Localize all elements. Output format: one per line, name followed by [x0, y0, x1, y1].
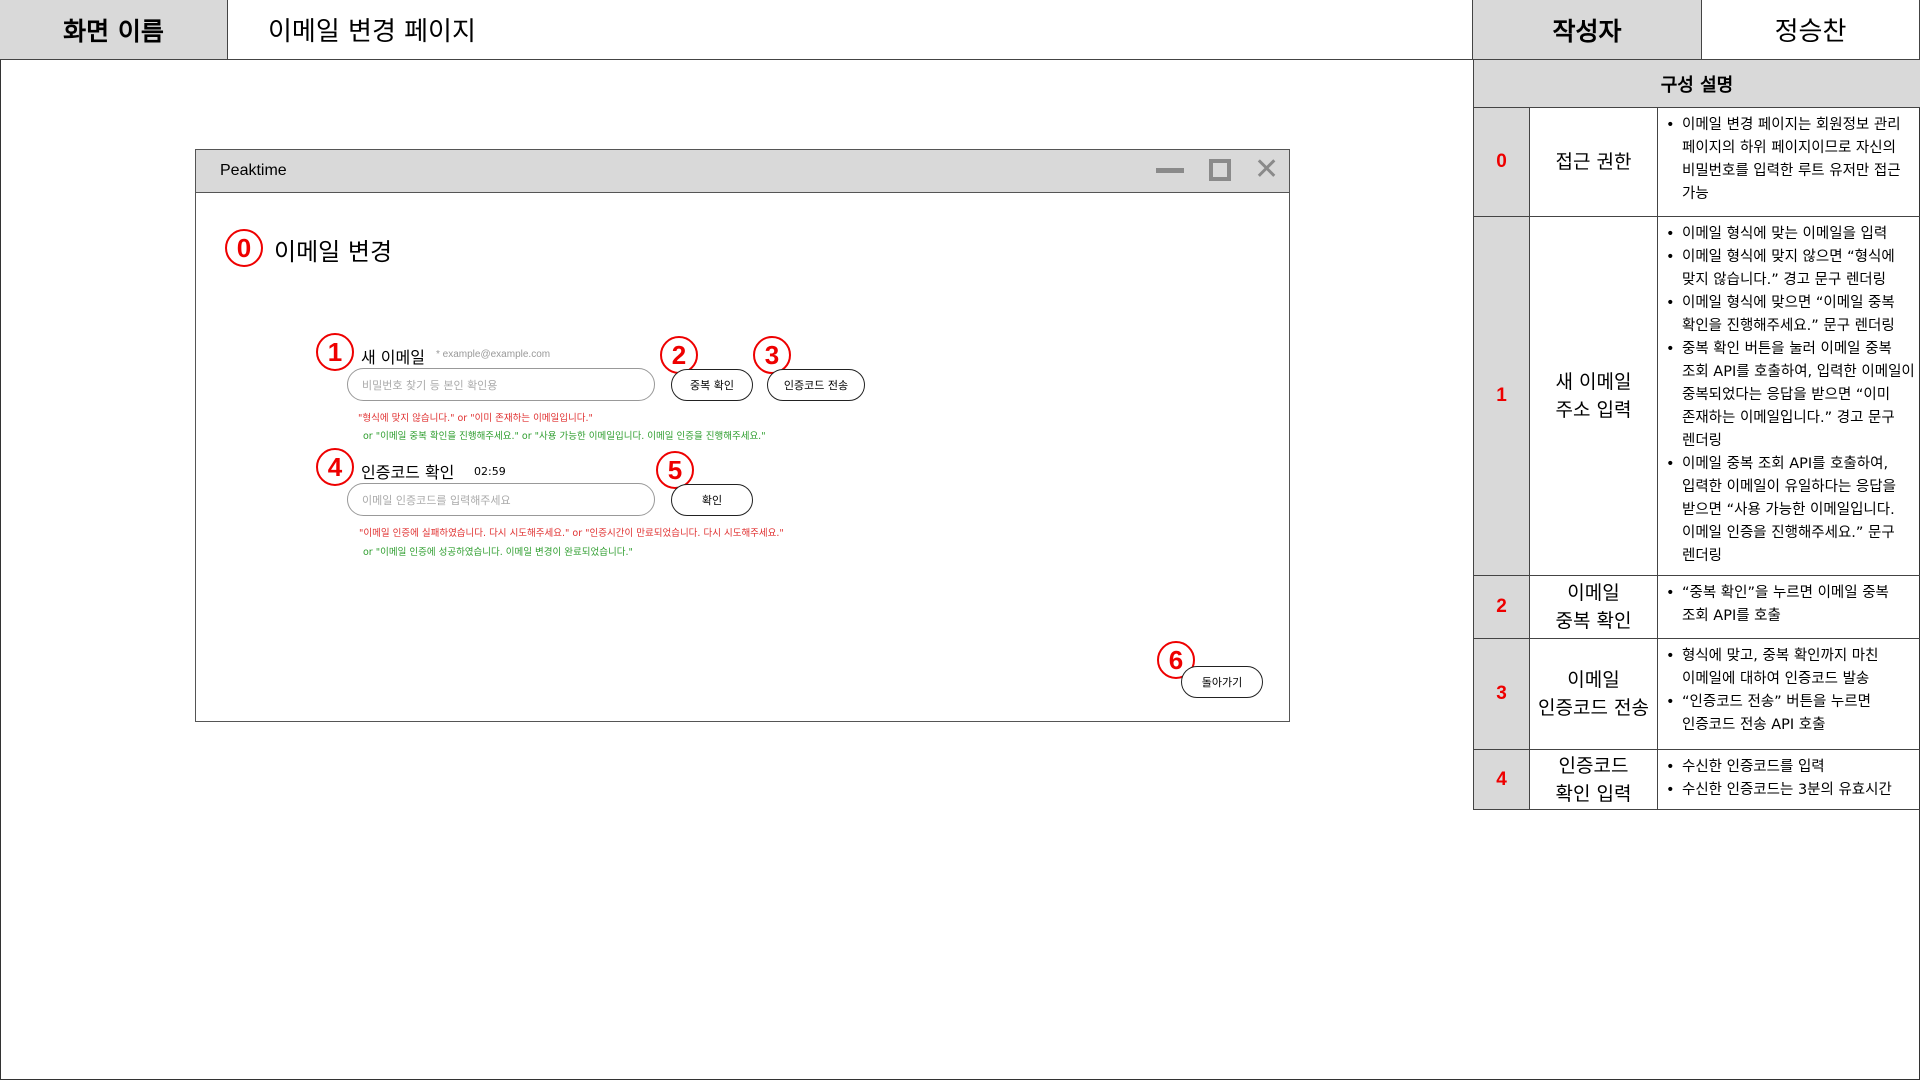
new-email-label: 새 이메일 [361, 348, 425, 367]
code-timer: 02:59 [474, 465, 506, 478]
marker-1: 1 [316, 333, 354, 371]
minimize-icon[interactable] [1156, 168, 1184, 173]
description-item: 수신한 인증코드를 입력 [1662, 756, 1918, 779]
email-format-hint: * example@example.com [436, 349, 551, 360]
confirm-code-button[interactable]: 확인 [671, 484, 753, 516]
code-success-message: or "이메일 인증에 성공하였습니다. 이메일 변경이 완료되었습니다." [363, 547, 633, 558]
row-number: 3 [1474, 639, 1530, 749]
description-item: 수신한 인증코드는 3분의 유효시간 [1662, 779, 1918, 802]
row-name: 새 이메일 주소 입력 [1530, 217, 1658, 575]
row-description: 형식에 맞고, 중복 확인까지 마친 이메일에 대하여 인증코드 발송 “인증코… [1658, 639, 1920, 749]
code-error-message: "이메일 인증에 실패하였습니다. 다시 시도해주세요." or "인증시간이 … [359, 528, 784, 539]
row-description: 수신한 인증코드를 입력 수신한 인증코드는 3분의 유효시간 [1658, 750, 1920, 809]
code-input[interactable]: 이메일 인증코드를 입력해주세요 [347, 483, 655, 516]
row-name: 인증코드 확인 입력 [1530, 750, 1658, 809]
description-row-2: 2 이메일 중복 확인 “중복 확인”을 누르면 이메일 중복 조회 API를 … [1473, 576, 1920, 639]
window-title: Peaktime [220, 162, 287, 179]
row-description: 이메일 형식에 맞는 이메일을 입력 이메일 형식에 맞지 않으면 “형식에 맞… [1658, 217, 1920, 575]
row-name: 접근 권한 [1530, 108, 1658, 216]
close-icon[interactable]: ✕ [1254, 155, 1279, 185]
row-number: 0 [1474, 108, 1530, 216]
description-row-4: 4 인증코드 확인 입력 수신한 인증코드를 입력 수신한 인증코드는 3분의 … [1473, 750, 1920, 810]
author-value: 정승찬 [1702, 0, 1920, 60]
description-row-3: 3 이메일 인증코드 전송 형식에 맞고, 중복 확인까지 마친 이메일에 대하… [1473, 639, 1920, 750]
back-button[interactable]: 돌아가기 [1181, 666, 1263, 698]
email-success-message: or "이메일 중복 확인을 진행해주세요." or "사용 가능한 이메일입니… [363, 431, 766, 442]
description-row-0: 0 접근 권한 이메일 변경 페이지는 회원정보 관리 페이지의 하위 페이지이… [1473, 108, 1920, 217]
page-title: 이메일 변경 [274, 238, 393, 266]
description-row-1: 1 새 이메일 주소 입력 이메일 형식에 맞는 이메일을 입력 이메일 형식에… [1473, 217, 1920, 576]
row-description: “중복 확인”을 누르면 이메일 중복 조회 API를 호출 [1658, 576, 1920, 638]
row-name: 이메일 중복 확인 [1530, 576, 1658, 638]
description-item: 형식에 맞고, 중복 확인까지 마친 이메일에 대하여 인증코드 발송 [1662, 645, 1918, 691]
row-description: 이메일 변경 페이지는 회원정보 관리 페이지의 하위 페이지이므로 자신의 비… [1658, 108, 1920, 216]
description-item: 이메일 변경 페이지는 회원정보 관리 페이지의 하위 페이지이므로 자신의 비… [1662, 114, 1918, 206]
description-item: 이메일 중복 조회 API를 호출하여, 입력한 이메일이 유일하다는 응답을 … [1662, 453, 1918, 568]
maximize-icon[interactable] [1209, 159, 1231, 181]
author-label: 작성자 [1473, 0, 1702, 60]
row-number: 4 [1474, 750, 1530, 809]
new-email-input[interactable]: 비밀번호 찾기 등 본인 확인용 [347, 368, 655, 401]
email-error-message: "형식에 맞지 않습니다." or "이미 존재하는 이메일입니다." [358, 413, 593, 424]
screen-name-value: 이메일 변경 페이지 [228, 0, 1473, 60]
description-item: “인증코드 전송” 버튼을 누르면 인증코드 전송 API 호출 [1662, 691, 1918, 737]
description-item: “중복 확인”을 누르면 이메일 중복 조회 API를 호출 [1662, 582, 1918, 628]
dup-check-button[interactable]: 중복 확인 [671, 369, 753, 401]
description-item: 이메일 형식에 맞는 이메일을 입력 [1662, 223, 1918, 246]
screen-name-label: 화면 이름 [0, 0, 228, 60]
row-number: 2 [1474, 576, 1530, 638]
description-item: 중복 확인 버튼을 눌러 이메일 중복 조회 API를 호출하여, 입력한 이메… [1662, 338, 1918, 453]
row-name: 이메일 인증코드 전송 [1530, 639, 1658, 749]
marker-4: 4 [316, 448, 354, 486]
row-number: 1 [1474, 217, 1530, 575]
window-titlebar: Peaktime [196, 150, 1289, 193]
description-item: 이메일 형식에 맞지 않으면 “형식에 맞지 않습니다.” 경고 문구 렌더링 [1662, 246, 1918, 292]
description-item: 이메일 형식에 맞으면 “이메일 중복 확인을 진행해주세요.” 문구 렌더링 [1662, 292, 1918, 338]
code-check-label: 인증코드 확인 [361, 463, 455, 482]
description-title: 구성 설명 [1473, 60, 1920, 108]
send-code-button[interactable]: 인증코드 전송 [767, 369, 865, 401]
marker-0: 0 [225, 229, 263, 267]
